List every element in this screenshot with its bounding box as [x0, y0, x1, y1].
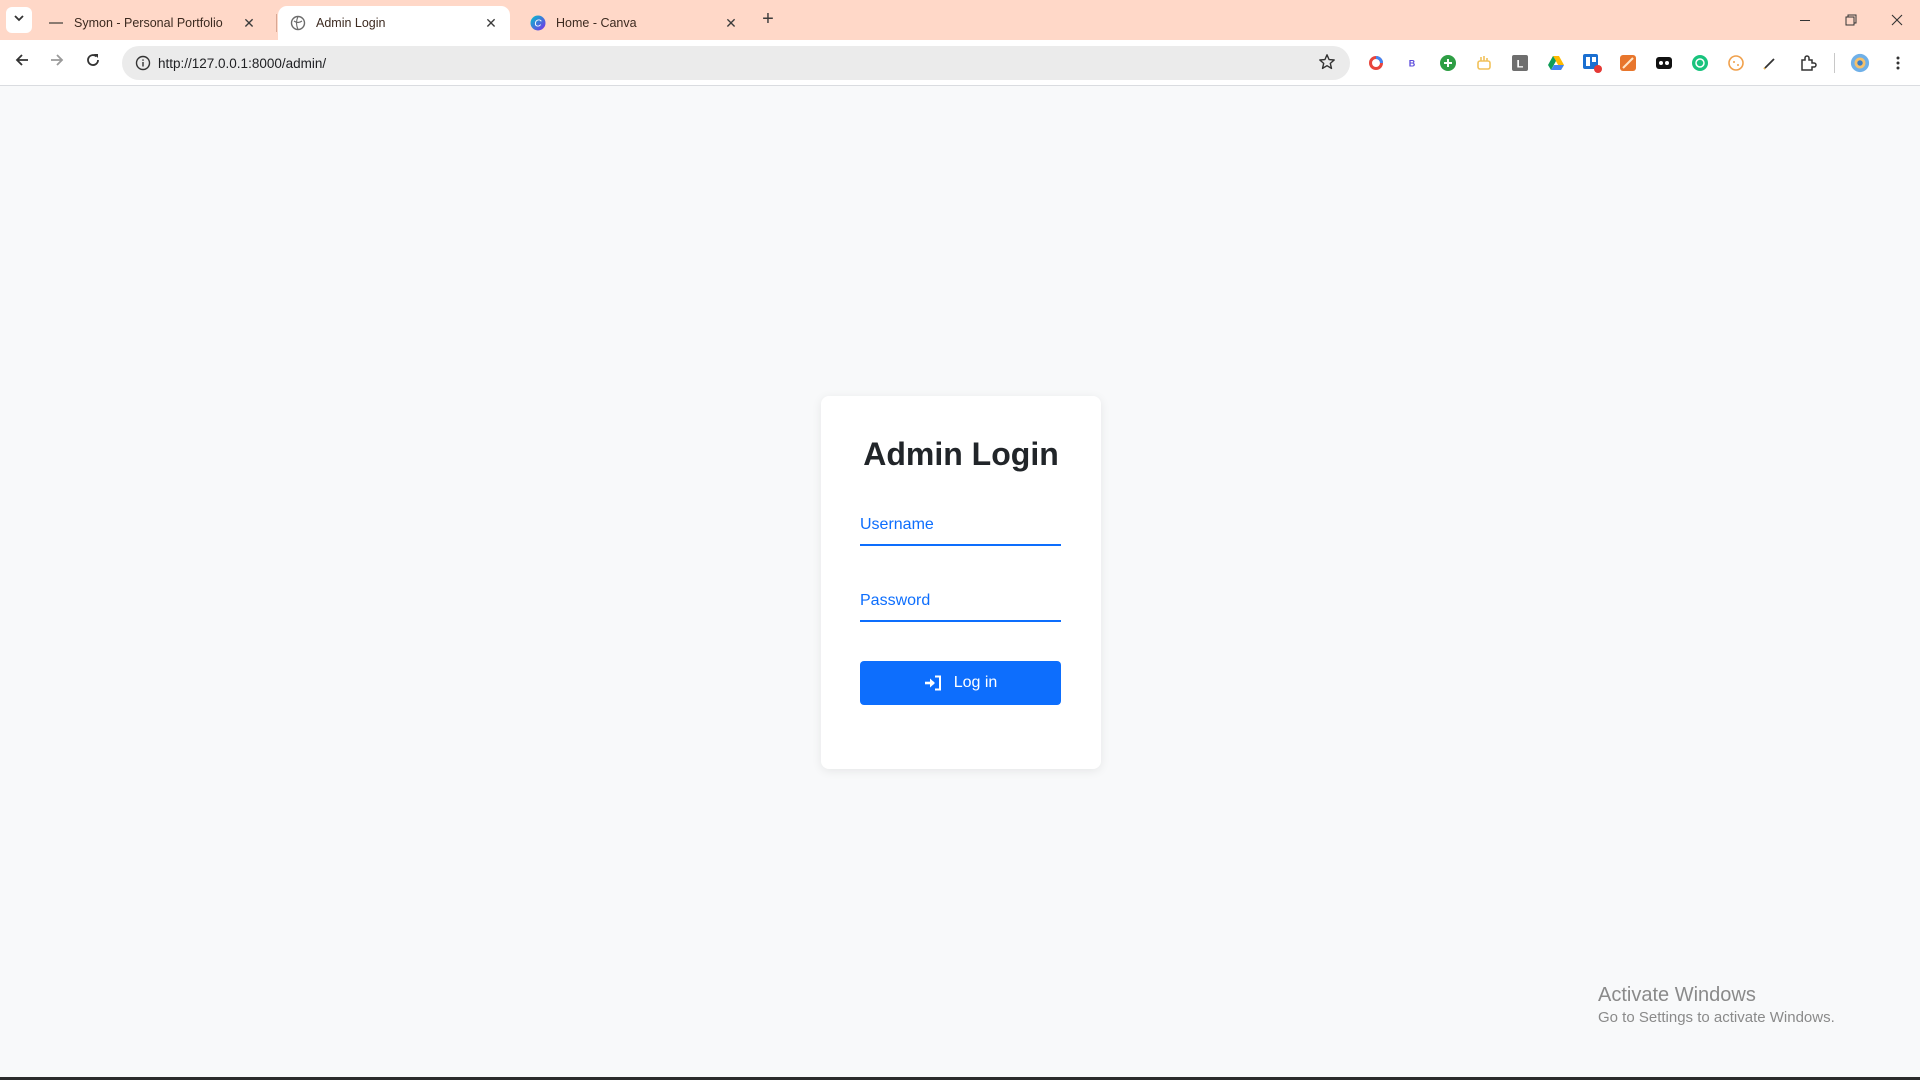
canva-icon: C	[530, 15, 546, 31]
restore-button[interactable]	[1828, 0, 1874, 40]
extensions-puzzle-icon[interactable]	[1798, 53, 1818, 73]
svg-text:L: L	[1517, 59, 1524, 71]
globe-icon	[290, 15, 306, 31]
close-icon[interactable]: ✕	[482, 14, 500, 32]
profile-avatar-icon[interactable]	[1850, 53, 1870, 73]
url-text[interactable]: http://127.0.0.1:8000/admin/	[158, 56, 326, 71]
arrow-left-icon	[14, 52, 30, 73]
extension-puzzle-tile-icon[interactable]	[1618, 53, 1638, 73]
tab-search-button[interactable]	[6, 7, 32, 33]
username-input[interactable]	[860, 506, 1061, 546]
address-bar[interactable]: http://127.0.0.1:8000/admin/	[122, 46, 1350, 80]
tab-portfolio[interactable]: Symon - Personal Portfolio ✕	[36, 6, 268, 40]
extension-plus-icon[interactable]	[1438, 53, 1458, 73]
svg-text:C: C	[534, 19, 542, 30]
arrow-right-icon	[49, 52, 65, 73]
login-button-label: Log in	[953, 674, 998, 691]
reload-icon	[85, 52, 101, 73]
close-icon[interactable]: ✕	[722, 14, 740, 32]
back-button[interactable]	[8, 48, 36, 76]
forward-button[interactable]	[43, 48, 71, 76]
login-button[interactable]: Log in	[860, 661, 1061, 705]
google-drive-icon[interactable]	[1546, 53, 1566, 73]
svg-text:B: B	[1409, 59, 1416, 69]
tab-title: Admin Login	[316, 16, 386, 30]
toolbar-divider	[1834, 53, 1835, 73]
watermark-subtitle: Go to Settings to activate Windows.	[1598, 1009, 1835, 1026]
info-icon[interactable]	[128, 55, 158, 71]
extension-pen-icon[interactable]	[1760, 53, 1780, 73]
windows-activation-watermark: Activate Windows Go to Settings to activ…	[1598, 984, 1835, 1026]
extension-cookie-icon[interactable]	[1726, 53, 1746, 73]
browser-toolbar: http://127.0.0.1:8000/admin/ B L	[0, 40, 1920, 86]
portfolio-favicon-icon	[48, 15, 64, 31]
tab-divider	[276, 14, 277, 32]
minimize-button[interactable]	[1782, 0, 1828, 40]
extension-trello-icon[interactable]	[1582, 53, 1602, 73]
close-window-button[interactable]	[1874, 0, 1920, 40]
sign-in-icon	[924, 675, 942, 691]
menu-kebab-icon[interactable]	[1888, 53, 1908, 73]
tab-canva[interactable]: C Home - Canva ✕	[518, 6, 750, 40]
tab-title: Home - Canva	[556, 16, 637, 30]
extension-l-icon[interactable]: L	[1510, 53, 1530, 73]
login-card: Admin Login Log in	[821, 396, 1101, 769]
extension-hand-icon[interactable]	[1474, 53, 1494, 73]
extension-b-icon[interactable]: B	[1402, 53, 1422, 73]
bookmark-star-icon[interactable]	[1318, 53, 1336, 76]
tab-admin-login[interactable]: Admin Login ✕	[278, 6, 510, 40]
extension-ring-icon[interactable]	[1366, 53, 1386, 73]
extension-mask-icon[interactable]	[1654, 53, 1674, 73]
watermark-title: Activate Windows	[1598, 984, 1756, 1006]
chatgpt-icon[interactable]	[1690, 53, 1710, 73]
tab-strip: Symon - Personal Portfolio ✕ Admin Login…	[0, 0, 1920, 40]
password-input[interactable]	[860, 582, 1061, 622]
chevron-down-icon	[13, 11, 25, 29]
close-icon[interactable]: ✕	[240, 14, 258, 32]
new-tab-button[interactable]: +	[757, 8, 779, 30]
page-title: Admin Login	[863, 436, 1059, 472]
tab-title: Symon - Personal Portfolio	[74, 16, 223, 30]
reload-button[interactable]	[79, 48, 107, 76]
